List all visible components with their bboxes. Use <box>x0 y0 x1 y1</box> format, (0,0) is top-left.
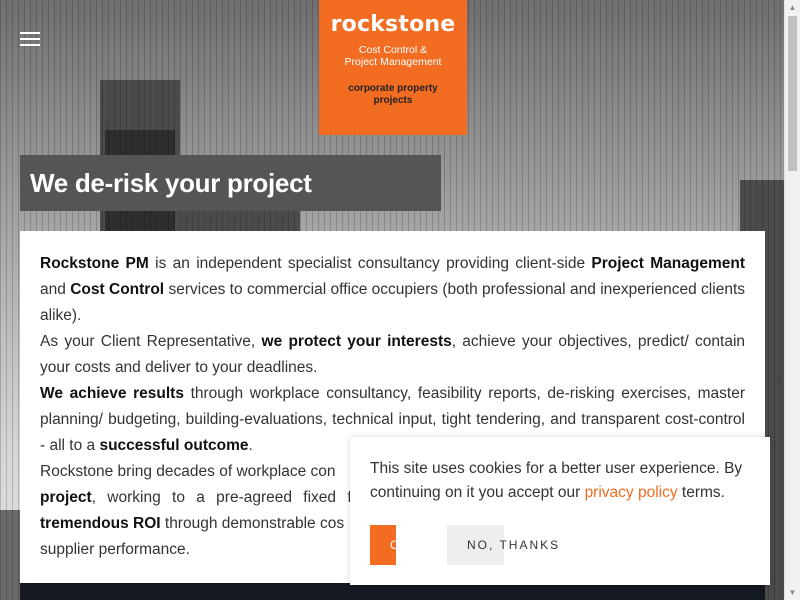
cookie-no-thanks-button[interactable]: NO, THANKS <box>447 525 558 565</box>
body-text: . <box>248 437 253 454</box>
ok-label: OK <box>390 538 412 552</box>
body-text: supplier performance. <box>40 541 190 558</box>
logo-name: rockstone <box>330 12 456 37</box>
no-thanks-label: NO, THANKS <box>467 538 561 552</box>
body-text: through demonstrable cos <box>160 515 345 532</box>
logo-tagline-line2: projects <box>373 95 413 106</box>
cookie-text-end: terms. <box>677 484 725 501</box>
body-text: Rockstone bring decades of workplace con <box>40 463 336 480</box>
intro-paragraph-1: Rockstone PM is an independent specialis… <box>40 251 745 329</box>
hero-headline: We de-risk your project <box>30 168 312 198</box>
cookie-consent-banner: This site uses cookies for a better user… <box>350 437 770 585</box>
bold-text: project <box>40 489 92 506</box>
bold-text: Cost Control <box>70 281 165 298</box>
scrollbar-thumb[interactable] <box>788 16 797 171</box>
site-logo[interactable]: rockstone Cost Control & Project Managem… <box>319 0 467 135</box>
bold-text: we protect your interests <box>261 333 452 350</box>
privacy-policy-link[interactable]: privacy policy <box>585 484 678 501</box>
logo-subtitle-line1: Cost Control & <box>358 44 428 56</box>
vertical-scrollbar[interactable]: ▲ ▼ <box>784 0 800 600</box>
logo-tagline: corporate property projects <box>319 83 467 107</box>
logo-subtitle-line2: Project Management <box>344 56 442 68</box>
cookie-ok-button[interactable]: OK <box>370 525 409 565</box>
hero-headline-box: We de-risk your project <box>20 155 441 211</box>
bold-text: We achieve results <box>40 385 184 402</box>
logo-subtitle: Cost Control & Project Management <box>319 44 467 68</box>
body-text: , working to a pre-agreed fixed f <box>91 489 352 506</box>
menu-hamburger-icon[interactable] <box>20 32 40 46</box>
bold-text: tremendous ROI <box>40 515 161 532</box>
scroll-down-arrow-icon[interactable]: ▼ <box>785 585 800 600</box>
body-text: As your Client Representative, <box>40 333 262 350</box>
bold-text: Rockstone PM <box>40 255 149 272</box>
bold-text: successful outcome <box>99 437 249 454</box>
logo-tagline-line1: corporate property <box>348 83 438 94</box>
intro-paragraph-2: As your Client Representative, we protec… <box>40 329 745 381</box>
bold-text: Project Management <box>591 255 745 272</box>
body-text: and <box>40 281 71 298</box>
body-text: is an independent specialist consultancy… <box>148 255 592 272</box>
cookie-message: This site uses cookies for a better user… <box>370 457 750 505</box>
next-section-strip <box>20 583 765 600</box>
scroll-up-arrow-icon[interactable]: ▲ <box>785 0 800 15</box>
